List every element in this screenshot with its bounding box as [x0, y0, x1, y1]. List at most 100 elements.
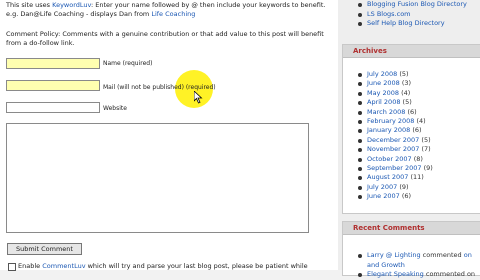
bullet-icon: [358, 22, 362, 26]
archive-item[interactable]: March 2008 (6): [357, 108, 433, 117]
comment-author-link[interactable]: Elegant Speaking: [367, 270, 424, 278]
bullet-icon: [358, 176, 362, 181]
website-label: Website: [103, 105, 127, 112]
archive-item[interactable]: July 2008 (5): [357, 70, 433, 79]
name-label: Name (required): [103, 60, 153, 67]
directory-link[interactable]: Self Help Blog Directory: [357, 19, 480, 29]
directory-link-label: Self Help Blog Directory: [367, 19, 445, 27]
archive-count: (5): [399, 70, 409, 78]
bullet-icon: [358, 195, 362, 200]
archive-item[interactable]: February 2008 (4): [357, 117, 433, 126]
submit-comment-button[interactable]: Submit Comment: [7, 243, 82, 255]
bullet-icon: [358, 110, 362, 115]
archive-month-link[interactable]: August 2007: [367, 173, 408, 181]
bullet-icon: [358, 157, 362, 162]
directory-link-label: LS Blogs.com: [367, 9, 411, 18]
recent-comments-header: Recent Comments: [343, 222, 480, 235]
website-input[interactable]: [6, 102, 100, 113]
archive-item[interactable]: August 2007 (11): [357, 173, 433, 182]
archive-month-link[interactable]: March 2008: [367, 108, 405, 116]
bullet-icon: [358, 138, 362, 143]
comment-policy: Comment Policy: Comments with a genuine …: [6, 30, 324, 47]
archive-item[interactable]: April 2008 (5): [357, 98, 433, 107]
main-column: This site uses KeywordLuv: Enter your na…: [0, 0, 338, 271]
archive-count: (8): [413, 154, 423, 163]
comment-text: commented: [420, 251, 464, 259]
archive-count: (6): [401, 192, 412, 201]
directory-link-label: Blogging Fusion Blog Directory: [367, 0, 467, 8]
archive-item[interactable]: October 2007 (8): [357, 155, 433, 164]
archive-month-link[interactable]: July 2008: [367, 70, 397, 78]
archive-count: (9): [423, 164, 433, 173]
comment-textarea[interactable]: [6, 123, 309, 233]
commentluv-link[interactable]: CommentLuv: [42, 262, 85, 270]
archive-count: (5): [402, 98, 412, 107]
archive-item[interactable]: January 2008 (6): [357, 126, 433, 135]
blog-directory-links: Blogging Fusion Blog Directory LS Blogs.…: [357, 0, 480, 29]
archive-count: (7): [421, 145, 431, 154]
bullet-icon: [358, 273, 362, 277]
enable-text-1: Enable: [18, 262, 43, 270]
archive-count: (4): [401, 88, 411, 97]
bullet-icon: [358, 82, 362, 87]
directory-link[interactable]: Blogging Fusion Blog Directory: [357, 0, 480, 10]
bullet-icon: [358, 73, 362, 77]
directory-link[interactable]: LS Blogs.com: [357, 10, 480, 20]
archive-month-link[interactable]: June 2007: [367, 192, 400, 200]
archive-month-link[interactable]: October 2007: [367, 155, 412, 163]
archive-count: (9): [399, 182, 409, 191]
enable-text-2: which will try and parse your last blog …: [85, 262, 308, 270]
archive-count: (6): [412, 126, 422, 135]
archive-item[interactable]: November 2007 (7): [357, 145, 433, 154]
bullet-icon: [358, 254, 362, 258]
archive-month-link[interactable]: June 2008: [367, 79, 400, 87]
archive-item[interactable]: December 2007 (5): [357, 136, 433, 145]
recent-comment-item: Larry @ Lighting commented on: [357, 251, 480, 261]
archive-month-link[interactable]: January 2008: [367, 126, 410, 134]
keywordluv-intro: This site uses KeywordLuv: Enter your na…: [6, 1, 331, 19]
archive-month-link[interactable]: July 2007: [367, 183, 397, 191]
archive-month-link[interactable]: November 2007: [367, 145, 419, 153]
mail-input[interactable]: [6, 80, 100, 91]
recent-comment-item: and Growth: [357, 261, 480, 271]
bullet-icon: [358, 129, 362, 134]
mail-label: Mail (will not be published) (required): [103, 84, 216, 91]
bullet-icon: [358, 101, 362, 106]
page: This site uses KeywordLuv: Enter your na…: [0, 0, 480, 278]
comment-author-link[interactable]: Larry @ Lighting: [367, 251, 421, 259]
recent-comments-list: Larry @ Lighting commented on and Growth…: [357, 251, 480, 280]
archive-count: (4): [416, 117, 426, 126]
bullet-icon: [358, 167, 362, 172]
enable-commentluv-text: Enable CommentLuv which will try and par…: [18, 262, 338, 270]
name-input[interactable]: [6, 58, 100, 69]
comment-on-text: on: [463, 251, 472, 259]
bullet-icon: [358, 91, 362, 96]
life-coaching-link[interactable]: Life Coaching: [151, 10, 195, 18]
archive-month-link[interactable]: May 2008: [367, 89, 399, 97]
intro-text-1: This site uses: [6, 1, 53, 9]
archives-list: July 2008 (5) June 2008 (3) May 2008 (4) Ap…: [357, 70, 433, 202]
recent-comment-item: Elegant Speaking commented on: [357, 270, 480, 280]
archive-count: (5): [421, 135, 431, 144]
archive-item[interactable]: June 2007 (6): [357, 192, 433, 201]
bullet-icon: [358, 3, 362, 7]
archive-month-link[interactable]: April 2008: [367, 98, 400, 106]
keywordluv-link[interactable]: KeywordLuv: [52, 1, 91, 9]
archive-count: (6): [407, 107, 417, 116]
bullet-icon: [358, 148, 362, 153]
comment-post-link[interactable]: and Growth: [367, 261, 405, 269]
archive-month-link[interactable]: September 2007: [367, 164, 422, 172]
archive-item[interactable]: July 2007 (9): [357, 183, 433, 192]
comment-text: commented on: [423, 270, 476, 278]
archives-header: Archives: [343, 45, 480, 58]
recent-comments-widget: Recent Comments Larry @ Lighting comment…: [342, 221, 480, 278]
archive-item[interactable]: September 2007 (9): [357, 164, 433, 173]
bullet-icon: [358, 185, 362, 190]
archive-count: (3): [401, 79, 412, 88]
archive-month-link[interactable]: December 2007: [367, 136, 419, 144]
bullet-icon: [358, 12, 362, 17]
archive-month-link[interactable]: February 2008: [367, 117, 414, 125]
archive-count: (11): [410, 173, 424, 182]
archive-item[interactable]: May 2008 (4): [357, 89, 433, 98]
archive-item[interactable]: June 2008 (3): [357, 79, 433, 88]
